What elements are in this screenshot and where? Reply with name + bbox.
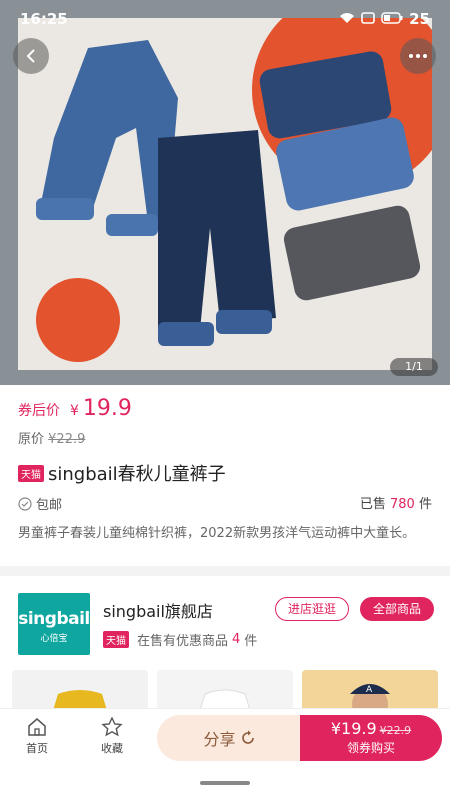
coupon-price: 券后价 ¥ 19.9 bbox=[18, 396, 132, 421]
more-dot bbox=[423, 54, 427, 58]
status-time: 16:25 bbox=[20, 10, 68, 28]
product-photo bbox=[18, 18, 432, 370]
visit-shop-button[interactable]: 进店逛逛 bbox=[275, 597, 349, 621]
shop-promo-text: 在售有优惠商品 bbox=[137, 634, 229, 649]
refresh-share-icon bbox=[241, 730, 254, 744]
home-indicator[interactable] bbox=[200, 781, 250, 785]
product-title-row: 天猫 singbail春秋儿童裤子 bbox=[18, 460, 226, 486]
svg-text:A: A bbox=[366, 685, 373, 695]
home-icon bbox=[28, 718, 46, 736]
shop-logo-text: singbail bbox=[18, 609, 90, 629]
product-detail-page: 16:25 25 1/1 券后价 ¥ 19.9 原价 ¥22.9 天猫 sing… bbox=[0, 0, 450, 800]
more-button[interactable] bbox=[400, 38, 436, 74]
battery-level: 25 bbox=[409, 10, 430, 28]
sold-count: 已售 780 件 bbox=[360, 493, 432, 512]
nav-home-label: 首页 bbox=[26, 742, 48, 755]
section-divider bbox=[0, 566, 450, 576]
wifi-icon bbox=[339, 10, 355, 28]
price-value: 19.9 bbox=[82, 396, 132, 421]
chevron-left-icon bbox=[26, 49, 35, 63]
buy-label: 领券购买 bbox=[346, 741, 395, 755]
battery-icon bbox=[381, 10, 403, 28]
original-price-label: 原价 bbox=[18, 432, 45, 447]
image-pager: 1/1 bbox=[390, 358, 438, 376]
coupon-price-label: 券后价 bbox=[18, 403, 60, 419]
product-description: 男童裤子春装儿童纯棉针织裤，2022新款男孩洋气运动裤中大童长。 bbox=[18, 526, 416, 541]
nav-home[interactable]: 首页 bbox=[12, 717, 62, 756]
star-icon bbox=[101, 716, 123, 737]
shop-name[interactable]: singbail旗舰店 bbox=[103, 598, 213, 622]
tmall-badge: 天猫 bbox=[103, 631, 129, 648]
check-circle-icon bbox=[18, 496, 32, 511]
shop-logo[interactable]: singbail 心倍宝 bbox=[18, 593, 90, 655]
shipping-info: 包邮 bbox=[18, 494, 62, 513]
buy-price-line: ¥19.9 ¥22.9 bbox=[300, 719, 442, 738]
buy-original-price: ¥22.9 bbox=[379, 724, 412, 737]
status-bar: 16:25 25 bbox=[0, 0, 450, 36]
buy-with-coupon-button[interactable]: ¥19.9 ¥22.9 领券购买 bbox=[300, 715, 442, 761]
sold-unit: 件 bbox=[418, 497, 432, 512]
sim-icon bbox=[361, 10, 375, 28]
sold-number: 780 bbox=[390, 497, 415, 512]
shipping-label: 包邮 bbox=[36, 498, 63, 513]
original-price-value: ¥22.9 bbox=[48, 432, 86, 447]
share-button[interactable]: 分享 bbox=[157, 715, 302, 761]
shop-promo: 天猫 在售有优惠商品 4 件 bbox=[103, 630, 257, 649]
bottom-action-bar: 首页 收藏 分享 ¥19.9 ¥22.9 领券购买 bbox=[0, 708, 450, 768]
nav-favorite-label: 收藏 bbox=[101, 742, 123, 755]
product-title: singbail春秋儿童裤子 bbox=[48, 464, 226, 485]
buy-price: ¥19.9 bbox=[330, 719, 377, 738]
share-label: 分享 bbox=[203, 730, 236, 749]
product-image-carousel[interactable] bbox=[0, 0, 450, 385]
more-dot bbox=[416, 54, 420, 58]
more-dot bbox=[409, 54, 413, 58]
shop-promo-count: 4 bbox=[232, 632, 241, 647]
sold-label: 已售 bbox=[359, 497, 386, 512]
original-price: 原价 ¥22.9 bbox=[18, 428, 85, 447]
all-products-button[interactable]: 全部商品 bbox=[360, 597, 434, 621]
back-button[interactable] bbox=[13, 38, 49, 74]
shop-logo-subtext: 心倍宝 bbox=[40, 634, 68, 644]
nav-favorite[interactable]: 收藏 bbox=[87, 716, 137, 756]
tmall-badge: 天猫 bbox=[18, 464, 44, 482]
shop-promo-unit: 件 bbox=[244, 634, 258, 649]
price-currency: ¥ bbox=[70, 403, 79, 419]
